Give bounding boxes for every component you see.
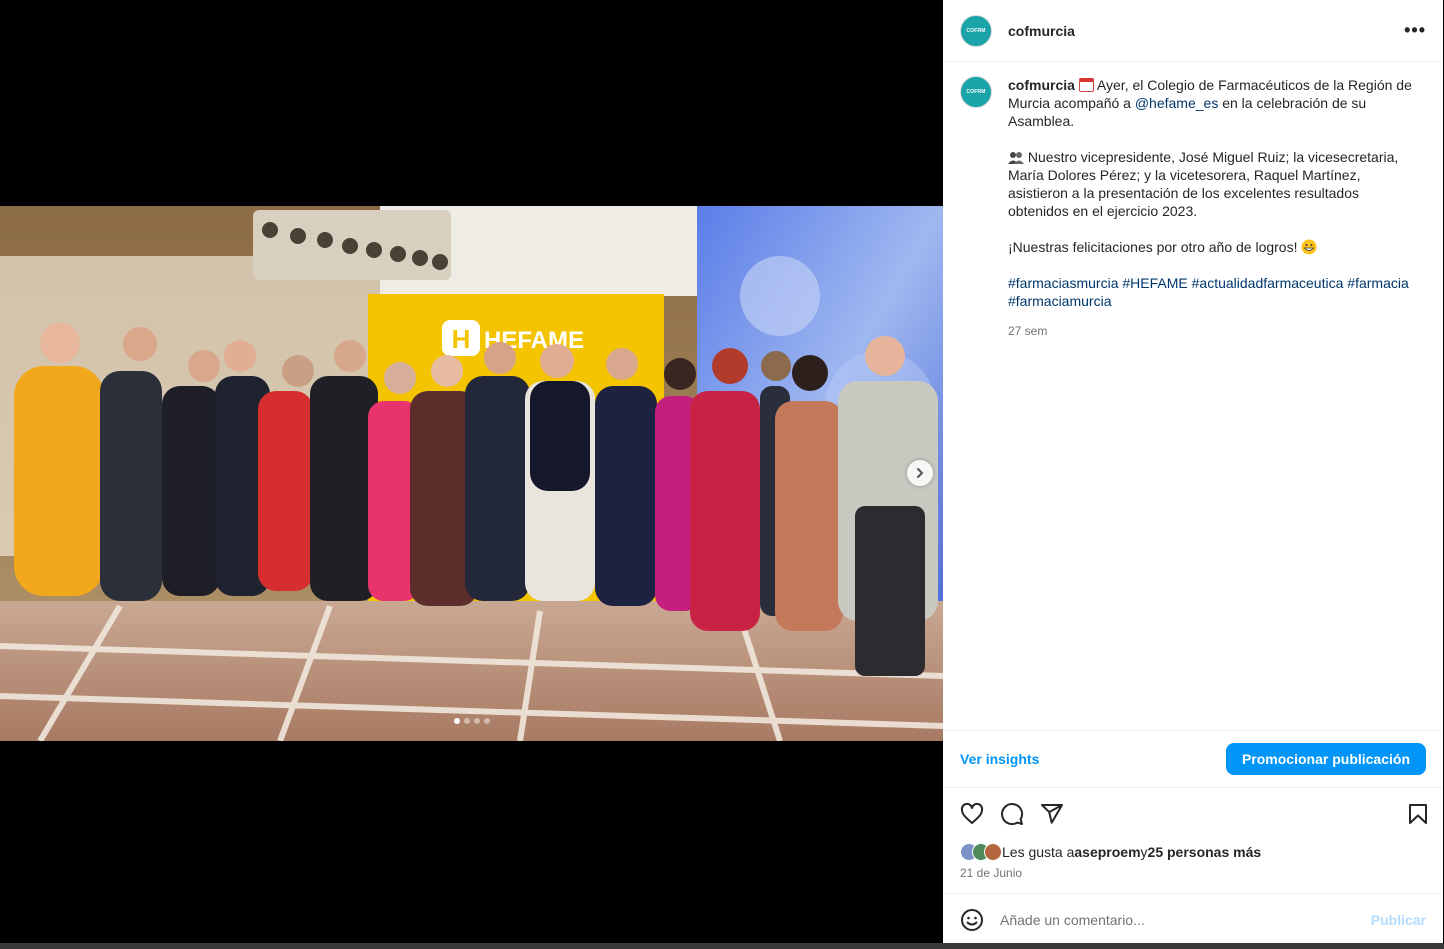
hashtag-link[interactable]: #farmacia	[1347, 275, 1408, 291]
view-insights-link[interactable]: Ver insights	[960, 751, 1039, 767]
insights-bar: Ver insights Promocionar publicación	[943, 730, 1443, 788]
likes-user-link[interactable]: aseproem	[1074, 844, 1140, 860]
caption-paragraph-1: cofmurcia Ayer, el Colegio de Farmacéuti…	[1008, 76, 1418, 130]
avatar-logo-text: COFRM	[966, 27, 986, 34]
hashtag-link[interactable]: #HEFAME	[1122, 275, 1187, 291]
media-pane: H HEFAME	[0, 0, 943, 949]
calendar-icon	[1078, 78, 1094, 92]
carousel-dot	[453, 718, 460, 724]
photo-illustration: H HEFAME	[0, 206, 943, 741]
avatar[interactable]	[984, 843, 1002, 861]
svg-text:H: H	[452, 324, 471, 354]
time-ago[interactable]: 27 sem	[1008, 322, 1418, 340]
bookmark-icon[interactable]	[1406, 802, 1430, 826]
hashtag-link[interactable]: #farmaciasmurcia	[1008, 275, 1118, 291]
caption-username[interactable]: cofmurcia	[1008, 77, 1075, 93]
action-bar	[960, 800, 1430, 828]
caption-body: cofmurcia Ayer, el Colegio de Farmacéuti…	[1008, 76, 1418, 730]
avatar-logo-text: COFRM	[966, 89, 986, 95]
carousel-dot	[473, 718, 480, 724]
likes-others-link[interactable]: 25 personas más	[1148, 844, 1262, 860]
likes-prefix: Les gusta a	[1002, 844, 1075, 860]
emoji-icon[interactable]	[960, 908, 984, 932]
more-options-button[interactable]: •••	[1404, 20, 1426, 41]
likes-mid: y	[1140, 844, 1148, 860]
carousel-dot	[483, 718, 490, 724]
caption-paragraph-2: Nuestro vicepresidente, José Miguel Ruiz…	[1008, 148, 1418, 220]
heart-icon[interactable]	[960, 802, 984, 826]
people-icon	[1008, 152, 1024, 164]
post-photo[interactable]: H HEFAME	[0, 206, 943, 741]
carousel-dot	[463, 718, 470, 724]
post-side-panel: COFRM cofmurcia ••• COFRM cofmurcia Ayer…	[943, 0, 1443, 946]
hashtags: #farmaciasmurcia #HEFAME #actualidadfarm…	[1008, 274, 1418, 310]
comment-input[interactable]	[1000, 912, 1371, 928]
caption-para3-text: ¡Nuestras felicitaciones por otro año de…	[1008, 239, 1302, 255]
caption-para2-text: Nuestro vicepresidente, José Miguel Ruiz…	[1008, 149, 1399, 219]
header-username[interactable]: cofmurcia	[1008, 23, 1075, 39]
carousel-dots	[0, 718, 943, 724]
bottom-strip	[0, 943, 1444, 949]
mention-link[interactable]: @hefame_es	[1135, 95, 1218, 111]
carousel-next-button[interactable]	[907, 460, 933, 486]
post-header: COFRM cofmurcia •••	[943, 0, 1443, 62]
share-icon[interactable]	[1040, 802, 1064, 826]
publish-comment-button[interactable]: Publicar	[1371, 912, 1426, 928]
caption-avatar[interactable]: COFRM	[960, 76, 992, 108]
promote-post-button[interactable]: Promocionar publicación	[1225, 743, 1426, 775]
grin-emoji-icon	[1301, 239, 1317, 255]
comment-bar: Publicar	[943, 893, 1443, 946]
like-avatars	[960, 843, 1002, 861]
hashtag-link[interactable]: #farmaciamurcia	[1008, 293, 1111, 309]
comment-icon[interactable]	[1000, 802, 1024, 826]
caption-paragraph-3: ¡Nuestras felicitaciones por otro año de…	[1008, 238, 1418, 256]
post-date[interactable]: 21 de Junio	[960, 866, 1022, 880]
likes-summary: Les gusta a aseproem y 25 personas más	[960, 843, 1261, 861]
avatar[interactable]: COFRM	[960, 14, 992, 47]
hashtag-link[interactable]: #actualidadfarmaceutica	[1192, 275, 1344, 291]
chevron-right-icon	[917, 468, 924, 478]
caption: COFRM cofmurcia Ayer, el Colegio de Farm…	[943, 62, 1443, 730]
